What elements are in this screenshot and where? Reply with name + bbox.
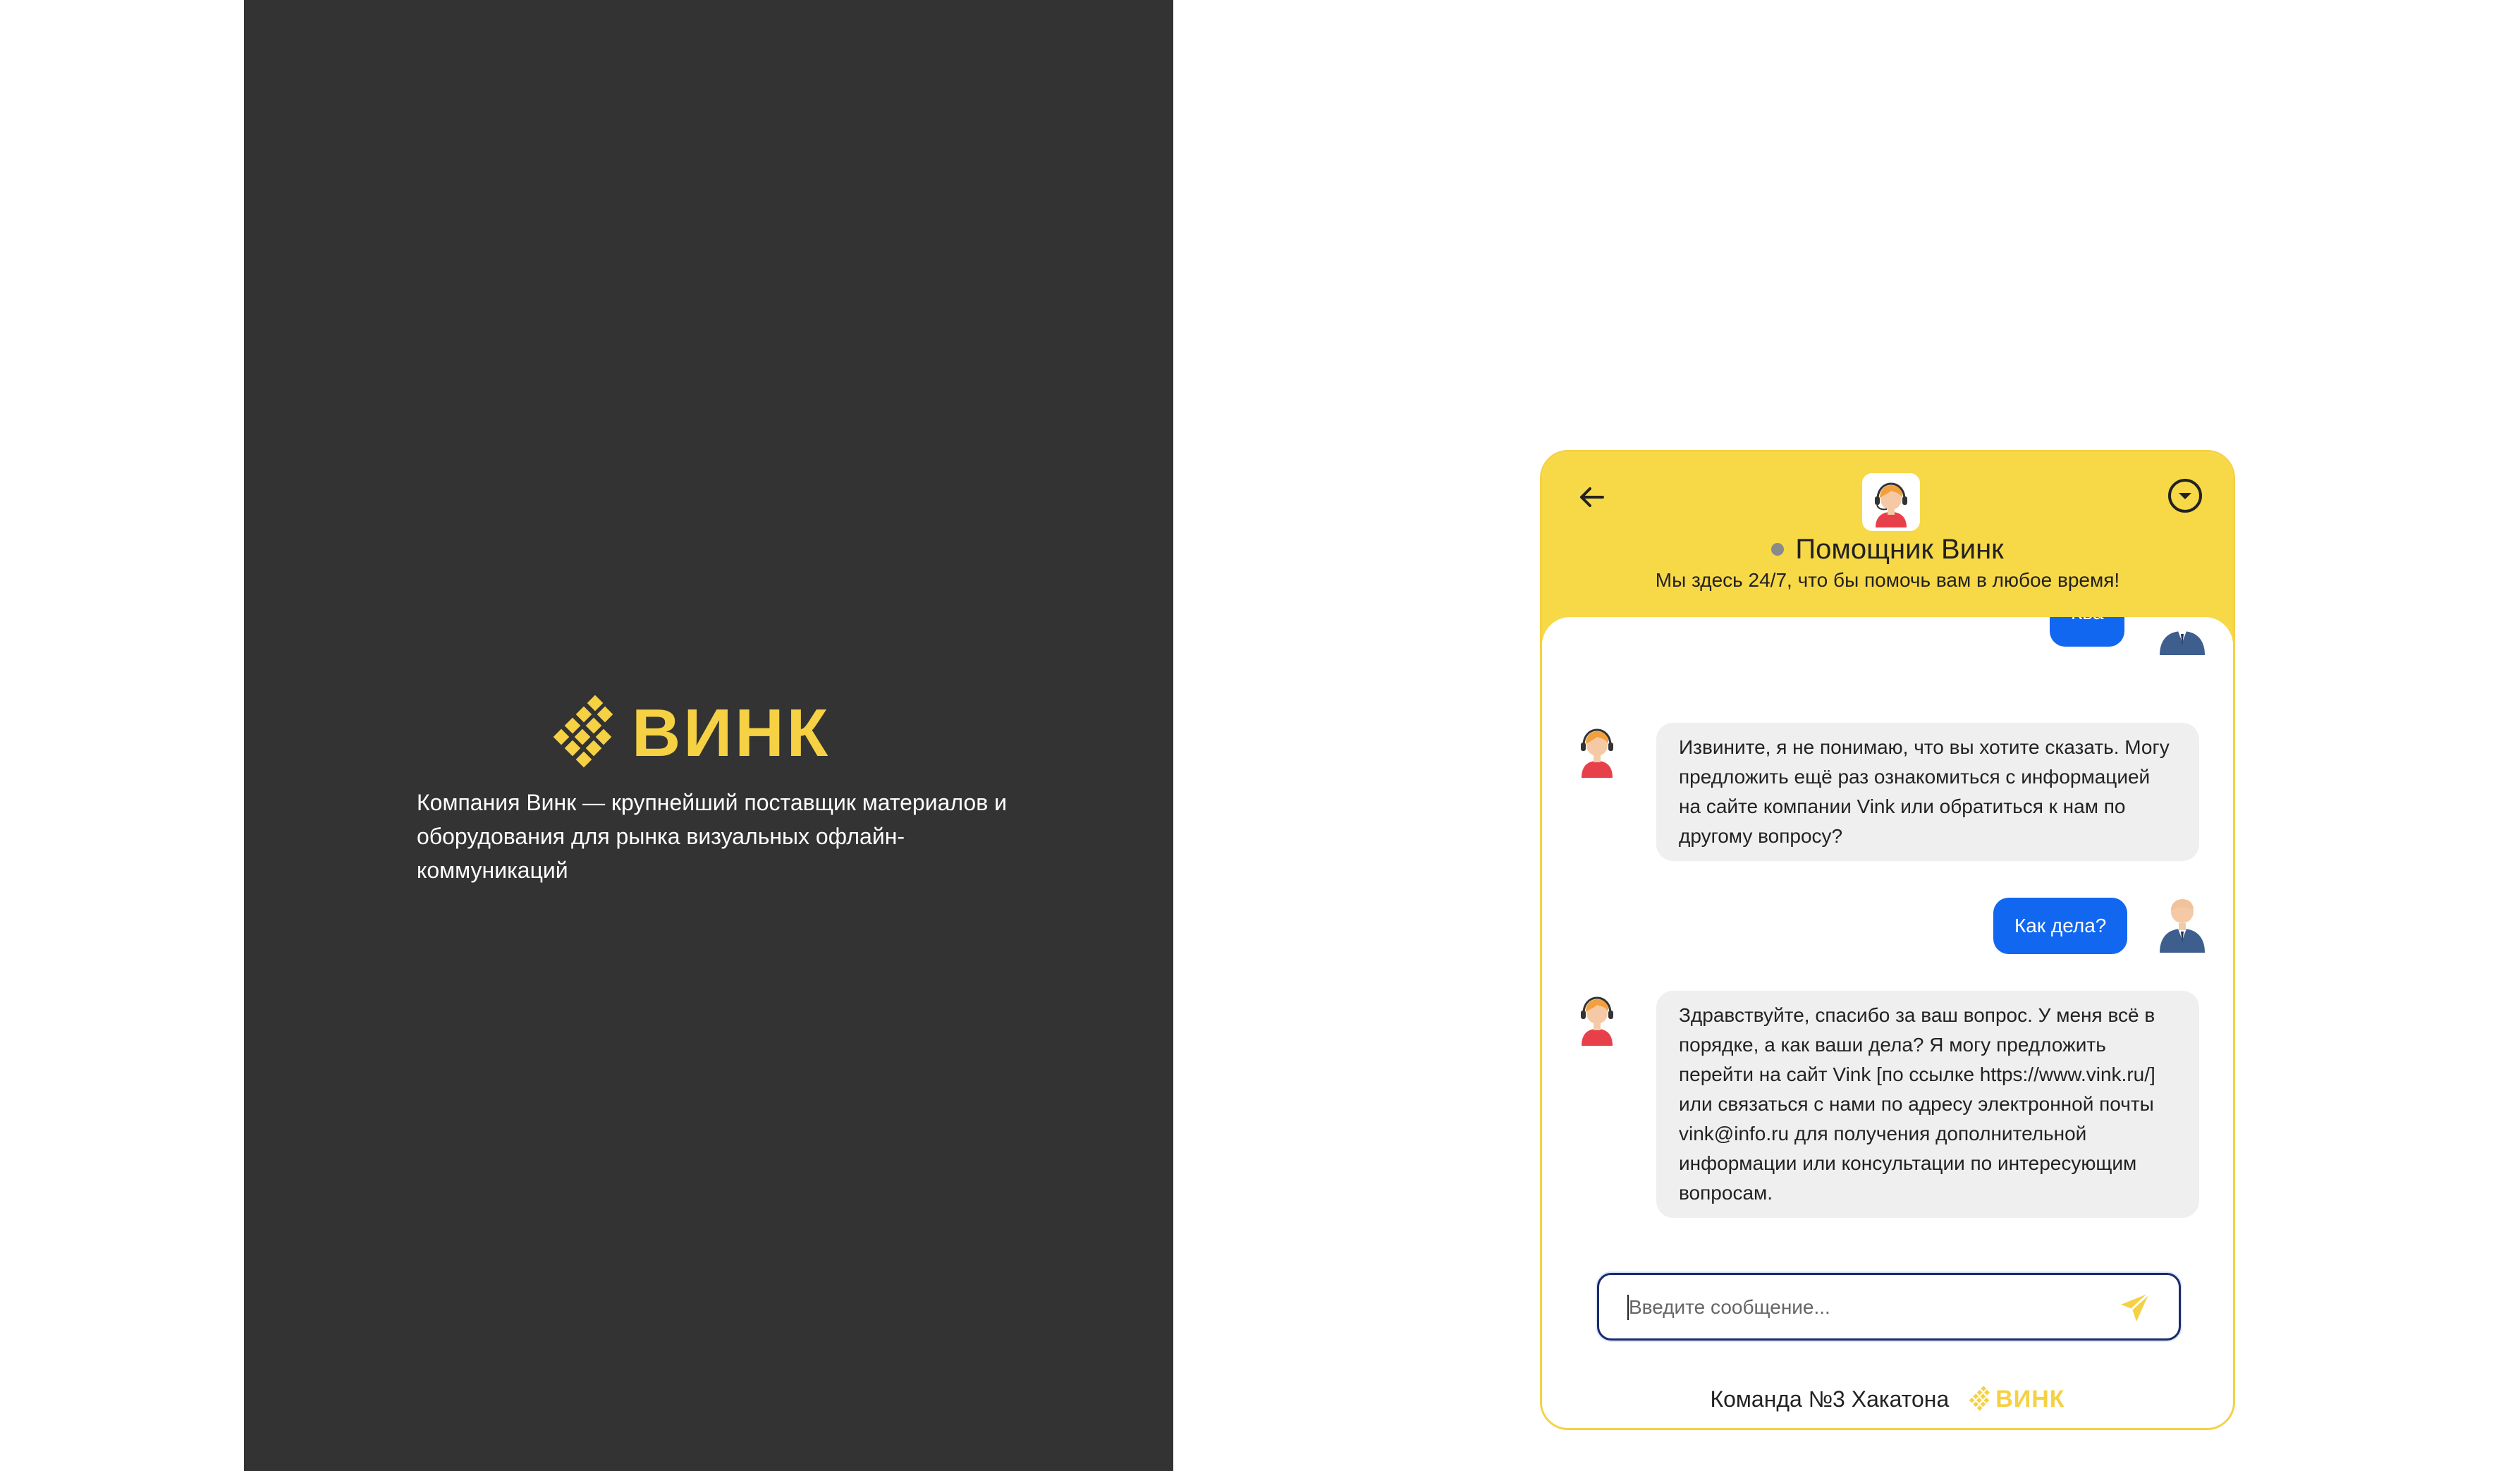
- chat-title-text: Помощник Винк: [1795, 534, 2004, 565]
- user-message-bubble: Ква: [2050, 617, 2125, 647]
- vink-logo-icon: [1969, 1386, 1990, 1411]
- collapse-chat-button[interactable]: [2164, 475, 2206, 517]
- assistant-message-bubble: Извините, я не понимаю, что вы хотите ск…: [1656, 723, 2199, 861]
- brand-panel: ВИНК Компания Винк — крупнейший поставщи…: [244, 0, 1173, 1471]
- footer-text: Команда №3 Хакатона: [1710, 1386, 1950, 1412]
- message-input[interactable]: [1627, 1275, 2110, 1340]
- text-caret: [1627, 1295, 1629, 1320]
- chat-subtitle: Мы здесь 24/7, что бы помочь вам в любое…: [1655, 569, 2120, 591]
- chevron-circle-down-icon: [2168, 479, 2202, 513]
- footer-logo-text: ВИНК: [1995, 1385, 2065, 1412]
- brand-logo: ВИНК: [553, 695, 831, 772]
- back-button[interactable]: [1570, 476, 1613, 518]
- assistant-message-avatar: [1572, 721, 1622, 778]
- brand-description: Компания Винк — крупнейший поставщик мат…: [417, 790, 1007, 883]
- user-avatar: [2157, 617, 2208, 655]
- chat-footer: Команда №3 Хакатона ВИНК: [1542, 1381, 2233, 1417]
- user-message-bubble: Как дела?: [1993, 898, 2128, 954]
- arrow-left-icon: [1580, 487, 1604, 507]
- operator-avatar-icon: [1581, 728, 1613, 778]
- assistant-message-text: Извините, я не понимаю, что вы хотите ск…: [1679, 736, 2170, 847]
- user-message-text: Как дела?: [2014, 915, 2107, 936]
- assistant-message-avatar: [1572, 989, 1622, 1046]
- chat-title: Помощник Винк: [1542, 531, 2233, 568]
- online-status-dot: [1771, 543, 1785, 556]
- footer-logo: ВИНК: [1969, 1386, 2065, 1413]
- chat-widget: Помощник Винк Мы здесь 24/7, что бы помо…: [1540, 450, 2235, 1430]
- send-button[interactable]: [2117, 1289, 2153, 1326]
- chat-header: Помощник Винк Мы здесь 24/7, что бы помо…: [1542, 452, 2233, 642]
- assistant-message-text: Здравствуйте, спасибо за ваш вопрос. У м…: [1679, 1004, 2155, 1204]
- user-avatar-icon: [2160, 631, 2205, 655]
- assistant-message-bubble: Здравствуйте, спасибо за ваш вопрос. У м…: [1656, 991, 2199, 1218]
- send-icon: [2121, 1292, 2151, 1322]
- assistant-avatar: [1862, 473, 1920, 531]
- operator-avatar-icon: [1875, 482, 1907, 527]
- message-list[interactable]: Ква: [1542, 617, 2233, 977]
- user-avatar: [2157, 896, 2208, 953]
- user-avatar-icon: [2160, 899, 2205, 953]
- vink-logo-icon: [553, 695, 613, 768]
- user-message-text: Ква: [2071, 617, 2103, 625]
- operator-avatar-icon: [1581, 996, 1613, 1046]
- message-input-box: [1597, 1273, 2181, 1341]
- brand-name: ВИНК: [632, 695, 831, 771]
